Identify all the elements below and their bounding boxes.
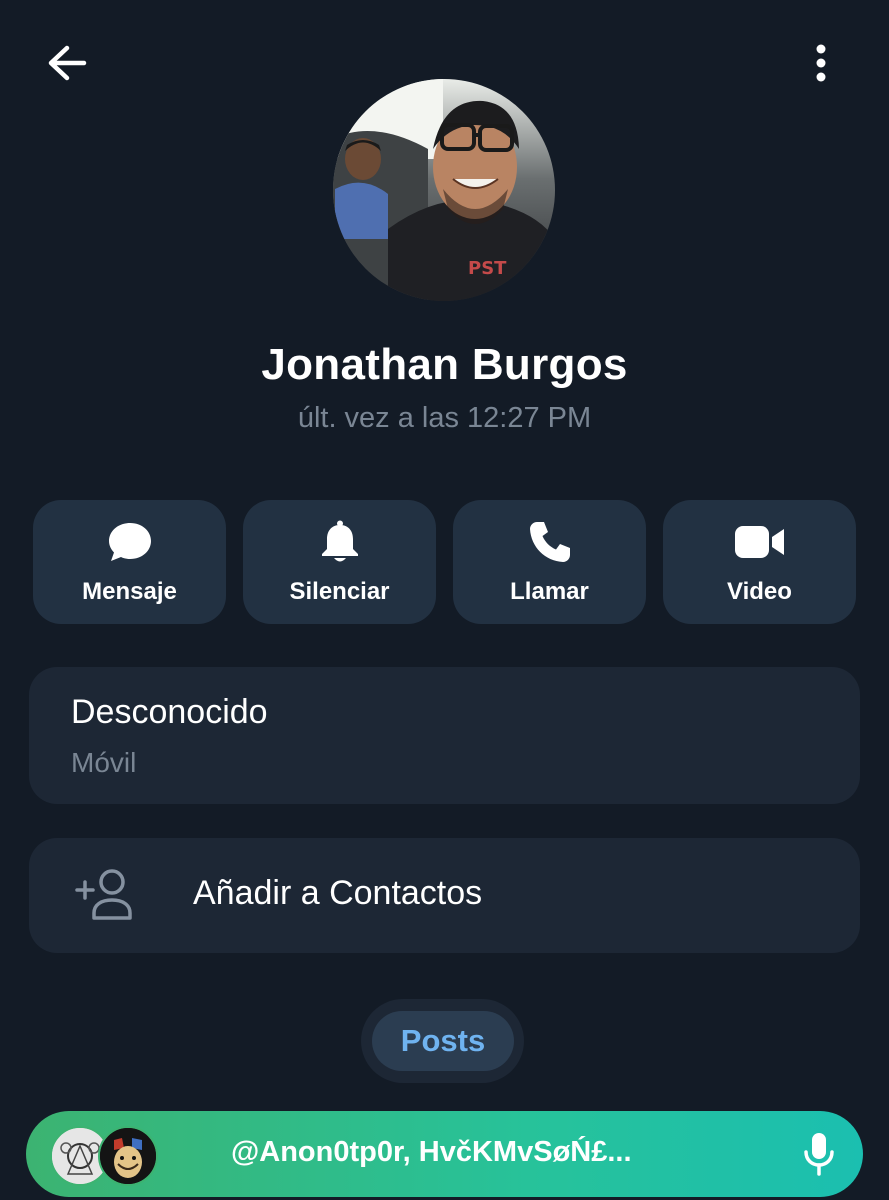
- profile-photo-image: PST: [333, 79, 555, 301]
- message-button-label: Mensaje: [82, 578, 177, 605]
- shirt-print: PST: [468, 258, 507, 279]
- back-button[interactable]: [40, 38, 94, 88]
- arrow-left-icon: [48, 45, 87, 81]
- chat-avatar-2: [98, 1126, 158, 1186]
- add-to-contacts-label: Añadir a Contactos: [193, 874, 483, 912]
- call-button[interactable]: Llamar: [453, 500, 646, 624]
- microphone-icon: [804, 1133, 834, 1176]
- bell-icon: [321, 520, 358, 562]
- action-buttons-row: Mensaje Silenciar Llamar Video: [33, 500, 857, 624]
- phone-icon: [529, 522, 570, 562]
- active-chat-bar[interactable]: @Anon0tp0r, HvčKMvSøŃ£...: [26, 1111, 863, 1197]
- phone-info-card[interactable]: Desconocido Móvil: [29, 667, 860, 804]
- microphone-button[interactable]: [796, 1129, 842, 1179]
- message-button[interactable]: Mensaje: [33, 500, 226, 624]
- add-person-icon: [75, 869, 132, 920]
- profile-photo[interactable]: PST: [333, 79, 555, 301]
- tab-posts[interactable]: Posts: [372, 1011, 514, 1071]
- phone-number: Desconocido: [71, 693, 268, 731]
- mute-button[interactable]: Silenciar: [243, 500, 436, 624]
- more-options-button[interactable]: [796, 38, 846, 88]
- video-call-button-label: Video: [727, 578, 792, 605]
- contact-profile-screen: PST Jonathan Burgos últ. vez a las 12:27…: [0, 0, 889, 1200]
- last-seen-status: últ. vez a las 12:27 PM: [297, 402, 592, 434]
- active-chat-participants: @Anon0tp0r, HvčKMvSøŃ£...: [231, 1136, 632, 1168]
- more-vertical-icon: [816, 44, 826, 82]
- tab-bar: Posts: [361, 999, 524, 1083]
- contact-name: Jonathan Burgos: [261, 340, 628, 389]
- mute-button-label: Silenciar: [289, 578, 390, 605]
- add-to-contacts-button[interactable]: Añadir a Contactos: [29, 838, 860, 953]
- video-call-button[interactable]: Video: [663, 500, 856, 624]
- phone-type: Móvil: [71, 747, 137, 778]
- chat-bubble-icon: [108, 523, 151, 561]
- video-camera-icon: [734, 526, 784, 558]
- call-button-label: Llamar: [510, 578, 589, 605]
